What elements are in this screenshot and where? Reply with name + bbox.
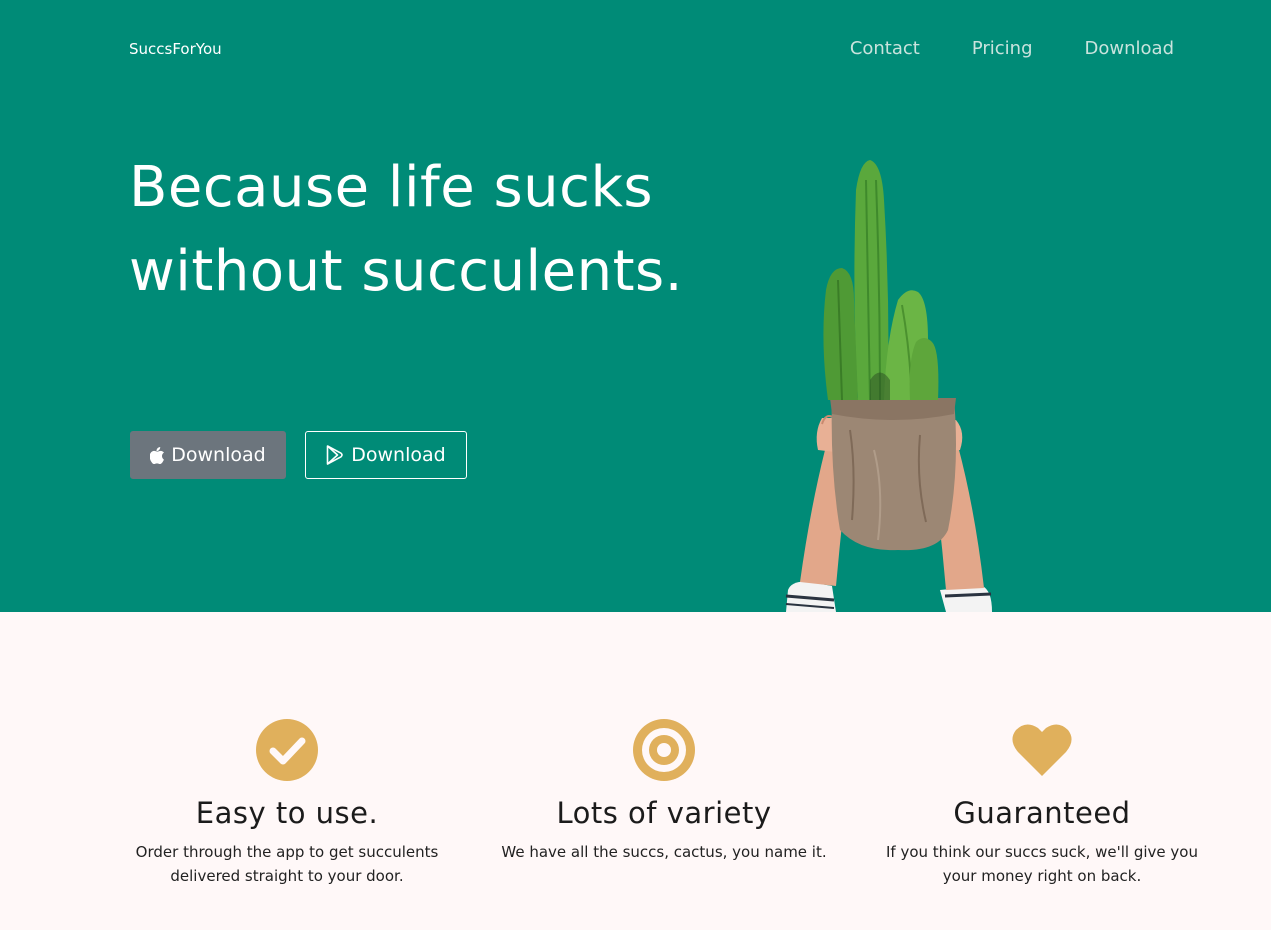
apple-icon — [150, 446, 165, 464]
feature-title: Guaranteed — [953, 796, 1131, 830]
feature-title: Easy to use. — [195, 796, 379, 830]
cactus-hero-image — [785, 160, 992, 612]
feature-title: Lots of variety — [556, 796, 772, 830]
hero-headline: Because life sucks without succulents. — [129, 155, 683, 304]
nav-link-contact[interactable]: Contact — [850, 38, 920, 59]
google-play-download-button[interactable]: Download — [305, 431, 467, 479]
bullseye-icon — [633, 719, 695, 781]
hero-section: SuccsForYou Contact Pricing Download Bec… — [0, 0, 1271, 612]
google-play-download-label: Download — [351, 444, 446, 466]
app-store-download-button[interactable]: Download — [130, 431, 286, 479]
feature-description: Order through the app to get succulents … — [135, 843, 439, 885]
feature-variety: Lots of variety We have all the succs, c… — [494, 718, 834, 864]
google-play-icon — [326, 445, 345, 465]
app-store-download-label: Download — [171, 444, 266, 466]
feature-easy-to-use: Easy to use. Order through the app to ge… — [117, 718, 457, 888]
top-nav: Contact Pricing Download — [798, 38, 1174, 59]
feature-description: If you think our succs suck, we'll give … — [886, 843, 1198, 885]
nav-link-pricing[interactable]: Pricing — [972, 38, 1033, 59]
check-circle-icon — [256, 719, 318, 781]
feature-guaranteed: Guaranteed If you think our succs suck, … — [872, 718, 1212, 888]
features-section: Easy to use. Order through the app to ge… — [0, 612, 1271, 930]
feature-description: We have all the succs, cactus, you name … — [501, 843, 827, 861]
brand-logo[interactable]: SuccsForYou — [129, 40, 222, 58]
nav-link-download[interactable]: Download — [1085, 38, 1174, 59]
heart-icon — [1012, 724, 1072, 776]
